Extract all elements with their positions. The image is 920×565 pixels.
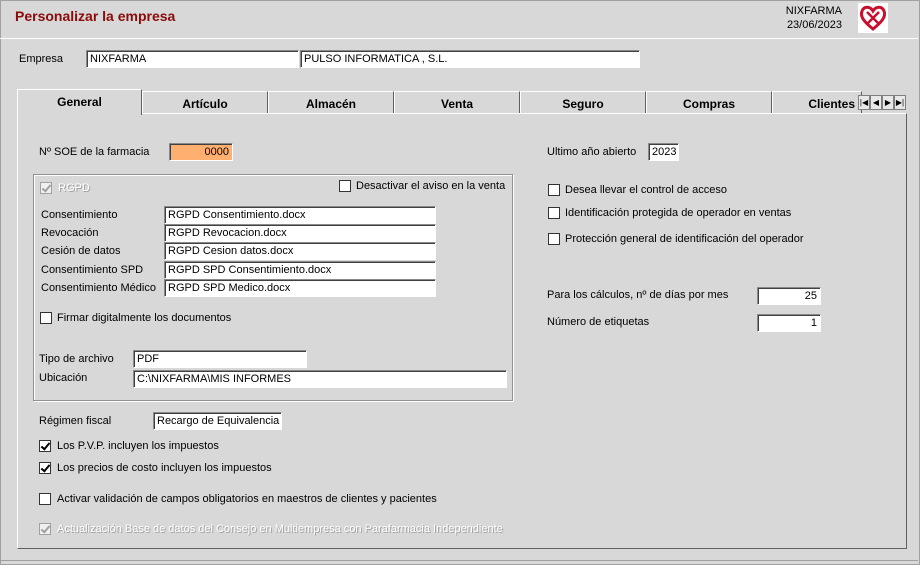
tab-prev-icon[interactable]: ◀ [870,95,882,110]
window-title: Personalizar la empresa [15,8,176,24]
pvp-impuestos-label: Los P.V.P. incluyen los impuestos [57,440,219,452]
heart-logo-icon [858,3,888,33]
tab-seguro[interactable]: Seguro [520,91,646,114]
consentimiento-label: Consentimiento [41,209,118,221]
rgpd-label: RGPD [58,182,90,194]
consentimiento-field[interactable]: RGPD Consentimiento.docx [164,206,436,224]
empresa-name-field[interactable]: PULSO INFORMATICA , S.L. [300,50,640,68]
pvp-impuestos-checkbox[interactable] [39,440,51,452]
validacion-campos-label: Activar validación de campos obligatorio… [57,493,437,505]
ident-protegida-label: Identificación protegida de operador en … [565,207,792,219]
tipo-archivo-label: Tipo de archivo [39,353,114,365]
revocacion-label: Revocación [41,227,99,239]
regimen-fiscal-field[interactable]: Recargo de Equivalencia [153,412,282,430]
tab-next-icon[interactable]: ▶ [882,95,894,110]
tab-general[interactable]: General [17,89,142,115]
firmar-digitalmente-label: Firmar digitalmente los documentos [57,312,232,324]
ubicacion-field[interactable]: C:\NIXFARMA\MIS INFORMES [133,370,507,388]
tab-last-icon[interactable]: ▶| [894,95,906,110]
tab-articulo[interactable]: Artículo [142,91,268,114]
dias-mes-label: Para los cálculos, nº de días por mes [547,289,729,301]
tab-compras[interactable]: Compras [646,91,772,114]
status-bar-line [0,560,918,561]
consentimiento-spd-label: Consentimiento SPD [41,264,144,276]
desactivar-aviso-checkbox[interactable] [339,180,351,192]
soe-label: Nº SOE de la farmacia [39,146,150,158]
tab-venta[interactable]: Venta [394,91,520,114]
rgpd-checkbox[interactable] [40,182,52,194]
header-separator [0,38,918,39]
cesion-datos-label: Cesión de datos [41,245,121,257]
validacion-campos-checkbox[interactable] [39,493,51,505]
tab-seguro-label: Seguro [562,97,604,111]
empresa-code-field[interactable]: NIXFARMA [86,50,299,68]
tab-venta-label: Venta [440,97,473,111]
firmar-digitalmente-checkbox[interactable] [40,312,52,324]
ultimo-anio-label: Ultimo año abierto [547,146,637,158]
ultimo-anio-field[interactable]: 2023 [648,143,679,161]
consentimiento-spd-field[interactable]: RGPD SPD Consentimiento.docx [164,261,436,279]
etiquetas-label: Número de etiquetas [547,316,650,328]
cesion-datos-field[interactable]: RGPD Cesion datos.docx [164,242,436,260]
tab-articulo-label: Artículo [182,97,228,111]
tab-clientes-label: Clientes [808,97,855,111]
etiquetas-field[interactable]: 1 [757,314,821,332]
tab-compras-label: Compras [682,97,735,111]
actualizacion-bd-label: Actualización Base de datos del Consejo … [57,523,503,535]
empresa-label: Empresa [19,53,64,65]
costo-impuestos-label: Los precios de costo incluyen los impues… [57,462,272,474]
tab-first-icon[interactable]: |◀ [858,95,870,110]
tab-general-label: General [57,95,102,109]
control-acceso-label: Desea llevar el control de acceso [565,184,728,196]
current-date: 23/06/2023 [786,19,842,31]
tipo-archivo-field[interactable]: PDF [133,350,307,368]
desactivar-aviso-label: Desactivar el aviso en la venta [356,180,506,192]
consentimiento-medico-field[interactable]: RGPD SPD Medico.docx [164,279,436,297]
company-code: NIXFARMA [785,5,842,17]
proteccion-general-label: Protección general de identificación del… [565,233,804,245]
revocacion-field[interactable]: RGPD Revocacion.docx [164,224,436,242]
regimen-fiscal-label: Régimen fiscal [39,415,112,427]
soe-field[interactable]: 0000 [169,143,233,161]
tab-almacen-label: Almacén [305,97,357,111]
ident-protegida-checkbox[interactable] [548,207,560,219]
tab-almacen[interactable]: Almacén [268,91,394,114]
dias-mes-field[interactable]: 25 [757,287,821,305]
actualizacion-bd-checkbox[interactable] [39,523,51,535]
tab-clientes[interactable]: Clientes [772,91,862,114]
proteccion-general-checkbox[interactable] [548,233,560,245]
consentimiento-medico-label: Consentimiento Médico [41,282,156,294]
ubicacion-label: Ubicación [39,372,88,384]
costo-impuestos-checkbox[interactable] [39,462,51,474]
control-acceso-checkbox[interactable] [548,184,560,196]
